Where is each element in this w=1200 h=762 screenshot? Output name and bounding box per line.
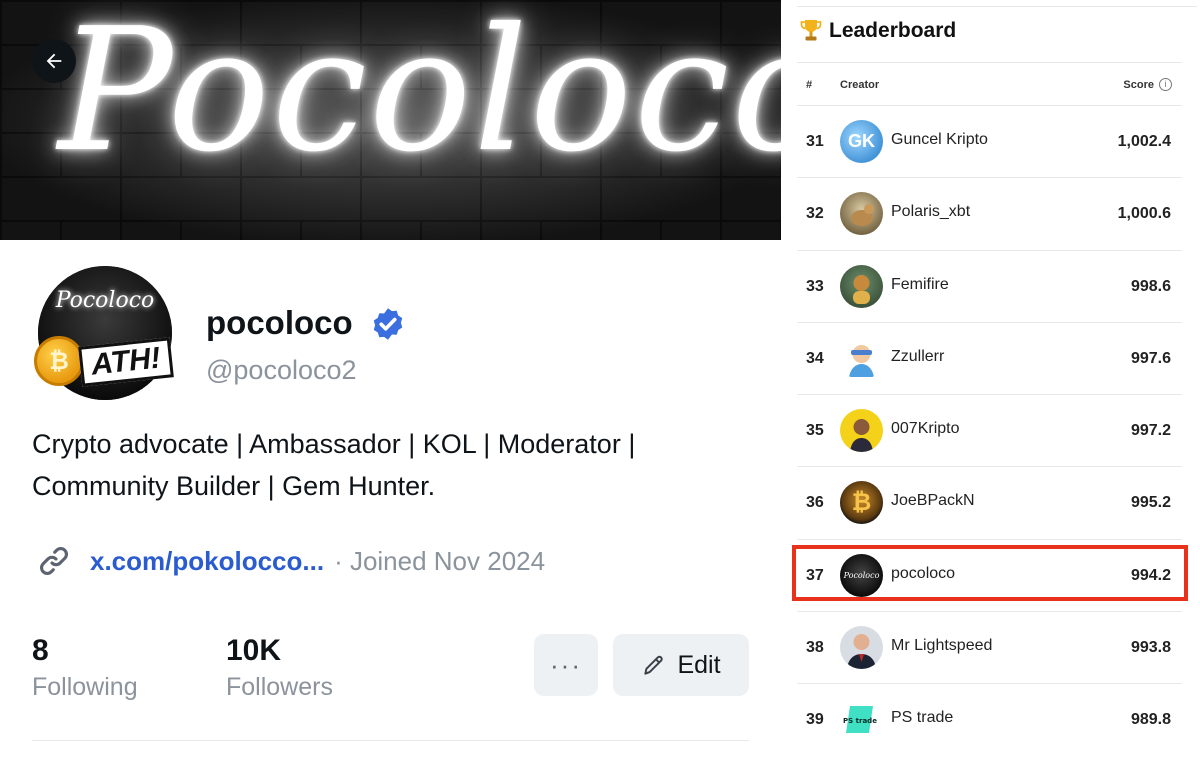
row-rank: 39 — [806, 711, 824, 729]
creator-avatar — [840, 336, 883, 380]
creator-column-header: Creator — [840, 79, 880, 91]
followers-count: 10K — [226, 634, 282, 667]
row-rank: 32 — [806, 205, 824, 223]
row-rank: 35 — [806, 422, 824, 440]
creator-name: Guncel Kripto — [891, 131, 988, 148]
following-stat[interactable]: 8 Following — [32, 633, 138, 705]
creator-name: Femifire — [891, 275, 949, 293]
bitcoin-symbol-icon: ₿ — [49, 347, 69, 375]
verified-badge-icon — [373, 308, 403, 340]
creator-avatar — [840, 626, 883, 670]
info-icon[interactable]: i — [1159, 78, 1172, 91]
creator-name: Polaris_xbt — [891, 203, 971, 221]
trophy-icon — [800, 20, 822, 41]
avatar-initials: GK — [848, 131, 875, 151]
leaderboard-title: Leaderboard — [829, 19, 957, 42]
leaderboard-row[interactable]: 36 ₿ JoeBPackN 995.2 — [797, 467, 1182, 540]
followers-label: Followers — [226, 673, 333, 701]
cartoon-avatar-icon — [849, 344, 874, 377]
creator-name: 007Kripto — [891, 420, 960, 438]
divider — [32, 740, 749, 741]
link-icon — [36, 543, 72, 579]
avatar-ath-badge: ATH! — [78, 337, 174, 387]
pencil-icon — [644, 655, 664, 675]
creator-avatar — [840, 192, 883, 236]
leaderboard-column-headers: # Creator Score i — [797, 62, 1182, 106]
followers-stat[interactable]: 10K Followers — [226, 633, 333, 705]
creator-name: pocoloco — [891, 564, 956, 582]
creator-score: 1,002.4 — [1117, 133, 1171, 150]
following-count: 8 — [32, 634, 49, 667]
more-dots-icon: ··· — [550, 649, 582, 680]
profile-avatar[interactable]: Pocoloco ₿ ATH! — [34, 266, 174, 400]
profile-bio: Crypto advocate | Ambassador | KOL | Mod… — [32, 423, 732, 507]
character-avatar-icon — [853, 274, 870, 304]
divider — [797, 6, 1197, 7]
creator-avatar: GK — [840, 120, 883, 163]
arrow-left-icon — [46, 53, 62, 69]
creator-name: JoeBPackN — [891, 492, 975, 510]
leaderboard-panel: Leaderboard # Creator Score i 31 GK Gunc… — [781, 0, 1200, 762]
row-rank: 36 — [806, 494, 824, 512]
creator-avatar — [840, 409, 883, 453]
edit-profile-button[interactable]: Edit — [613, 634, 749, 696]
creator-name: Zzullerr — [891, 347, 945, 365]
score-column-header[interactable]: Score — [1123, 79, 1154, 91]
profile-meta-row: x.com/pokolocco... · Joined Nov 2024 — [36, 541, 545, 581]
creator-avatar: PS trade — [840, 698, 883, 742]
creator-name: Mr Lightspeed — [891, 637, 993, 655]
creator-score: 997.6 — [1130, 349, 1171, 367]
creator-avatar: Pocoloco — [840, 553, 883, 597]
rank-column-header: # — [806, 79, 813, 91]
avatar-neon-text: Pocoloco — [843, 570, 880, 580]
bitcoin-coin-icon: ₿ — [34, 336, 84, 386]
display-name: pocoloco — [206, 304, 353, 341]
leaderboard-header: Leaderboard — [799, 18, 956, 44]
following-label: Following — [32, 673, 138, 701]
bio-line: Community Builder | Gem Hunter. — [32, 471, 436, 501]
leaderboard-row[interactable]: 35 007Kripto 997.2 — [797, 395, 1182, 468]
person-avatar-icon — [847, 634, 876, 670]
logo-text: PS trade — [843, 717, 877, 725]
creator-name: PS trade — [891, 709, 954, 727]
creator-score: 1,000.6 — [1117, 205, 1171, 223]
creator-score: 994.2 — [1130, 566, 1171, 584]
avatar-neon-text: Pocoloco — [55, 288, 155, 313]
banner-neon-text: Pocoloco — [58, 0, 781, 190]
ps-trade-logo-icon: PS trade — [843, 706, 877, 734]
joined-date: · Joined Nov 2024 — [334, 545, 546, 576]
creator-score: 993.8 — [1130, 639, 1171, 657]
cartoon-avatar-icon — [850, 419, 873, 453]
back-button[interactable] — [32, 39, 76, 83]
leaderboard-row[interactable]: 39 PS trade PS trade 989.8 — [797, 684, 1182, 756]
bio-line: Crypto advocate | Ambassador | KOL | Mod… — [32, 429, 636, 459]
leaderboard-row[interactable]: 32 Polaris_xbt 1,000.6 — [797, 178, 1182, 251]
row-rank: 31 — [806, 133, 824, 150]
row-rank: 37 — [806, 566, 824, 584]
profile-website-link[interactable]: x.com/pokolocco... — [90, 546, 324, 577]
leaderboard-row[interactable]: 33 Femifire 998.6 — [797, 251, 1182, 323]
creator-score: 997.2 — [1130, 422, 1171, 440]
leaderboard-row[interactable]: 34 Zzullerr 997.6 — [797, 323, 1182, 396]
svg-text:₿: ₿ — [49, 347, 69, 375]
row-rank: 38 — [806, 639, 824, 657]
edit-label: Edit — [677, 650, 721, 679]
creator-score: 989.8 — [1130, 711, 1171, 729]
leaderboard-list: 31 GK Guncel Kripto 1,002.4 32 Polaris_x… — [797, 106, 1182, 757]
creator-avatar: ₿ — [840, 481, 883, 525]
leaderboard-row[interactable]: 38 Mr Lightspeed 993.8 — [797, 612, 1182, 685]
more-options-button[interactable]: ··· — [534, 634, 598, 696]
creator-avatar — [840, 264, 883, 308]
profile-panel: Pocoloco Pocoloco ₿ ATH! pocoloco @pocol… — [0, 0, 781, 762]
creator-score: 998.6 — [1130, 277, 1171, 295]
bitcoin-symbol-icon: ₿ — [851, 488, 872, 516]
animal-avatar-icon — [851, 204, 874, 227]
row-rank: 33 — [806, 277, 824, 295]
row-rank: 34 — [806, 349, 824, 367]
profile-handle: @pocoloco2 — [206, 355, 357, 385]
leaderboard-row[interactable]: 31 GK Guncel Kripto 1,002.4 — [797, 106, 1182, 179]
profile-banner: Pocoloco — [0, 0, 781, 240]
creator-score: 995.2 — [1130, 494, 1171, 512]
leaderboard-row-current-user[interactable]: 37 Pocoloco pocoloco 994.2 — [797, 540, 1182, 613]
